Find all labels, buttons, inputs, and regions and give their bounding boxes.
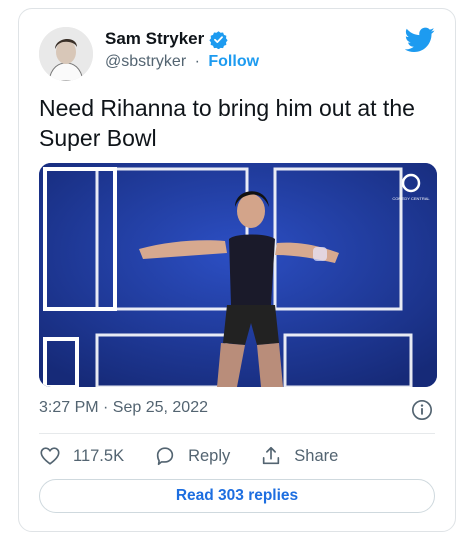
share-icon — [263, 446, 280, 465]
share-label: Share — [294, 446, 339, 465]
author-name-row: Sam Stryker — [105, 29, 228, 49]
tweet-media-video[interactable]: COMEDY CENTRAL — [39, 163, 437, 387]
reply-button[interactable]: Reply — [154, 445, 230, 467]
channel-logo-text: COMEDY CENTRAL — [392, 196, 430, 201]
info-icon[interactable] — [411, 399, 433, 421]
handle-separator: · — [194, 53, 200, 70]
follow-button[interactable]: Follow — [208, 53, 259, 70]
verified-badge-icon — [209, 30, 228, 49]
avatar[interactable] — [39, 27, 93, 81]
author-handle[interactable]: @sbstryker — [105, 53, 186, 70]
author-handle-row: @sbstryker · Follow — [105, 53, 259, 71]
like-button[interactable]: 117.5K — [39, 445, 124, 467]
like-count: 117.5K — [73, 446, 125, 465]
tweet-card: Sam Stryker @sbstryker · Follow Need Rih… — [18, 8, 456, 532]
tweet-timestamp[interactable]: 3:27 PM · Sep 25, 2022 — [39, 399, 208, 417]
twitter-bird-icon[interactable] — [405, 27, 435, 53]
share-button[interactable]: Share — [260, 445, 338, 467]
author-name[interactable]: Sam Stryker — [105, 29, 204, 49]
speech-bubble-icon — [156, 447, 174, 466]
avatar-image — [39, 27, 93, 81]
heart-icon — [40, 447, 60, 465]
divider — [39, 433, 435, 434]
read-replies-button[interactable]: Read 303 replies — [39, 479, 435, 513]
tweet-actions: 117.5K Reply Share — [39, 445, 368, 467]
reply-label: Reply — [188, 446, 231, 465]
video-frame: COMEDY CENTRAL — [39, 163, 437, 387]
tweet-text: Need Rihanna to bring him out at the Sup… — [39, 95, 415, 151]
